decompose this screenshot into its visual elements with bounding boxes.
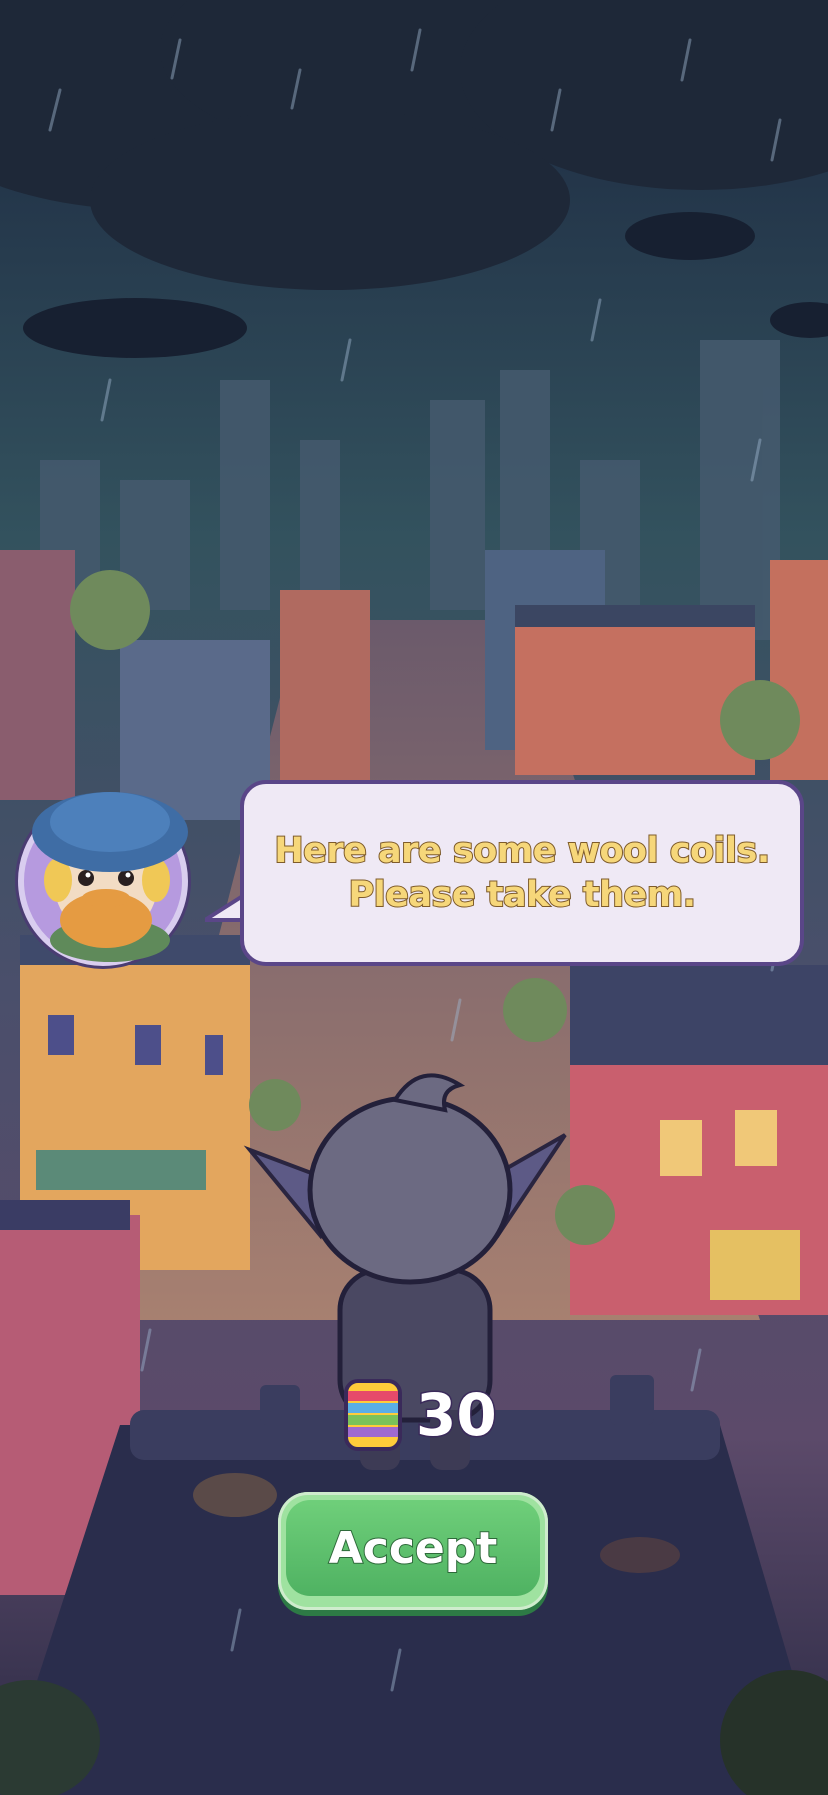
speaker-avatar bbox=[18, 760, 204, 966]
reward-amount: 30 bbox=[415, 1380, 499, 1451]
accept-button-face: Accept bbox=[286, 1500, 540, 1596]
old-man-knitted-doll-icon bbox=[32, 792, 188, 962]
accept-button[interactable]: Accept bbox=[278, 1492, 548, 1610]
accept-button-label: Accept bbox=[328, 1522, 499, 1575]
reward-display: 30 bbox=[340, 1370, 499, 1460]
wool-coil-stack-icon bbox=[344, 1379, 402, 1451]
dialog-message: Here are some wool coils. Please take th… bbox=[273, 830, 771, 916]
speech-bubble: Here are some wool coils. Please take th… bbox=[240, 780, 804, 966]
